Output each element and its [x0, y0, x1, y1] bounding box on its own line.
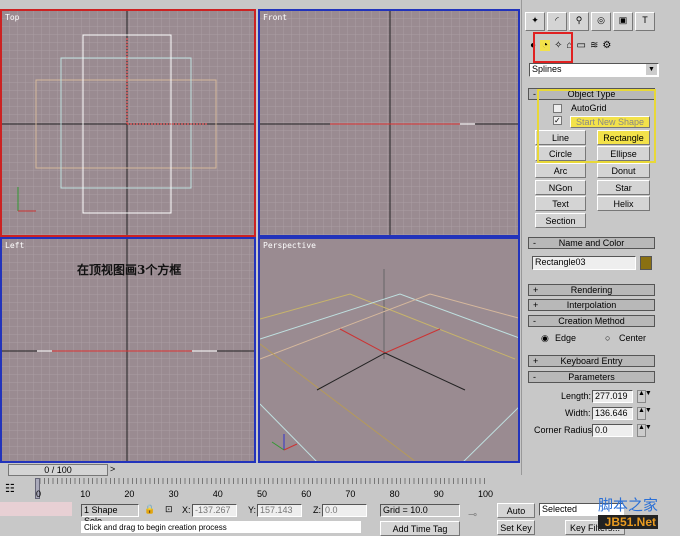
star-button[interactable]: Star	[597, 180, 650, 195]
create-icon[interactable]: ✦	[525, 12, 545, 31]
length-spinner[interactable]: ▲▼	[637, 390, 652, 403]
viewport-label: Perspective	[263, 241, 316, 250]
absolute-mode-icon[interactable]: ⊡	[165, 504, 173, 515]
grid-size: Grid = 10.0	[380, 504, 460, 517]
track-bar-icon[interactable]: ☷	[5, 482, 15, 495]
object-name-input[interactable]: Rectangle03	[532, 256, 636, 270]
tick-label: 20	[124, 489, 135, 499]
tutorial-annotation: 在顶视图画3个方框	[77, 263, 182, 277]
width-label: Width:	[565, 408, 591, 418]
rollout-creation-method[interactable]: - Creation Method	[528, 315, 655, 327]
viewport-perspective[interactable]: Perspective	[258, 237, 520, 463]
tick-label: 40	[212, 489, 223, 499]
watermark: 脚本之家 JB51.Net	[598, 496, 659, 529]
center-radio-icon[interactable]: ○	[605, 333, 610, 343]
time-slider[interactable]: 0 / 100	[8, 464, 108, 476]
auto-key-button[interactable]: Auto Key	[497, 503, 535, 530]
tick-label: 80	[389, 489, 400, 499]
z-coordinate[interactable]: 0.0	[322, 504, 367, 517]
width-spinner[interactable]: ▲▼	[637, 407, 652, 420]
x-coordinate[interactable]: -137.267	[192, 504, 237, 517]
viewport-label: Front	[263, 13, 288, 22]
length-label: Length:	[561, 391, 592, 401]
viewport-left[interactable]: Left 在顶视图画3个方框	[0, 237, 256, 463]
modify-icon[interactable]: ◜	[547, 12, 567, 31]
tick-label: 60	[301, 489, 312, 499]
utilities-icon[interactable]: T	[635, 12, 655, 31]
display-icon[interactable]: ▣	[613, 12, 633, 31]
tick-label: 90	[433, 489, 444, 499]
edge-radio-icon[interactable]: ◉	[541, 333, 549, 344]
category-dropdown[interactable]: Splines ▼	[529, 63, 659, 77]
front-scene	[260, 11, 518, 235]
rollout-rendering[interactable]: + Rendering	[528, 284, 655, 296]
length-input[interactable]: 277.019	[592, 390, 633, 403]
next-frame-icon[interactable]: >	[110, 464, 115, 474]
y-label: Y:	[248, 505, 257, 515]
viewport-label: Left	[5, 241, 25, 250]
corner-radius-label: Corner Radius:	[534, 425, 595, 435]
tick-label: 0	[36, 489, 42, 499]
hierarchy-icon[interactable]: ⚲	[569, 12, 589, 31]
section-button[interactable]: Section	[535, 213, 586, 228]
rollout-parameters[interactable]: - Parameters	[528, 371, 655, 383]
width-input[interactable]: 136.646	[592, 407, 633, 420]
viewport-front[interactable]: Front	[258, 9, 520, 237]
highlight-box-yellow	[537, 89, 656, 163]
systems-icon[interactable]: ⚙	[602, 40, 611, 51]
chevron-down-icon: ▼	[646, 64, 657, 75]
corner-radius-input[interactable]: 0.0	[592, 424, 633, 437]
add-time-tag-button[interactable]: Add Time Tag	[380, 521, 460, 536]
rollout-interpolation[interactable]: + Interpolation	[528, 299, 655, 311]
command-panel-tabs: ✦ ◜ ⚲ ◎ ▣ T	[525, 12, 661, 32]
spacewarps-icon[interactable]: ≋	[590, 40, 598, 51]
center-radio-label: Center	[619, 333, 647, 343]
x-label: X:	[182, 505, 191, 515]
donut-button[interactable]: Donut	[597, 163, 650, 178]
set-key-button[interactable]: Set Key	[497, 520, 535, 535]
tick-label: 100	[478, 489, 494, 499]
lock-icon[interactable]: 🔒	[144, 504, 155, 515]
perspective-scene	[260, 269, 518, 461]
prompt-line: Click and drag to begin creation process	[81, 521, 361, 533]
helix-button[interactable]: Helix	[597, 196, 650, 211]
highlight-box-red	[533, 32, 573, 63]
status-left	[0, 502, 72, 516]
tick-label: 50	[257, 489, 268, 499]
object-color-swatch[interactable]	[640, 256, 652, 270]
viewport-top[interactable]: Top	[0, 9, 256, 237]
motion-icon[interactable]: ◎	[591, 12, 611, 31]
edge-radio-label: Edge	[555, 333, 577, 343]
rollout-name-and-color[interactable]: - Name and Color	[528, 237, 655, 249]
tick-label: 70	[345, 489, 356, 499]
corner-radius-spinner[interactable]: ▲▼	[637, 424, 652, 437]
key-icon[interactable]: ⊸	[468, 508, 477, 521]
text-button[interactable]: Text	[535, 196, 586, 211]
arc-button[interactable]: Arc	[535, 163, 586, 178]
rollout-keyboard-entry[interactable]: + Keyboard Entry	[528, 355, 655, 367]
helpers-icon[interactable]: ▭	[577, 40, 586, 51]
viewport-label: Top	[5, 13, 20, 22]
selection-count: 1 Shape Sele	[81, 504, 139, 526]
ngon-button[interactable]: NGon	[535, 180, 586, 195]
tick-label: 10	[80, 489, 91, 499]
tick-label: 30	[168, 489, 179, 499]
top-scene	[2, 11, 254, 235]
z-label: Z:	[313, 505, 321, 515]
y-coordinate[interactable]: 157.143	[257, 504, 302, 517]
